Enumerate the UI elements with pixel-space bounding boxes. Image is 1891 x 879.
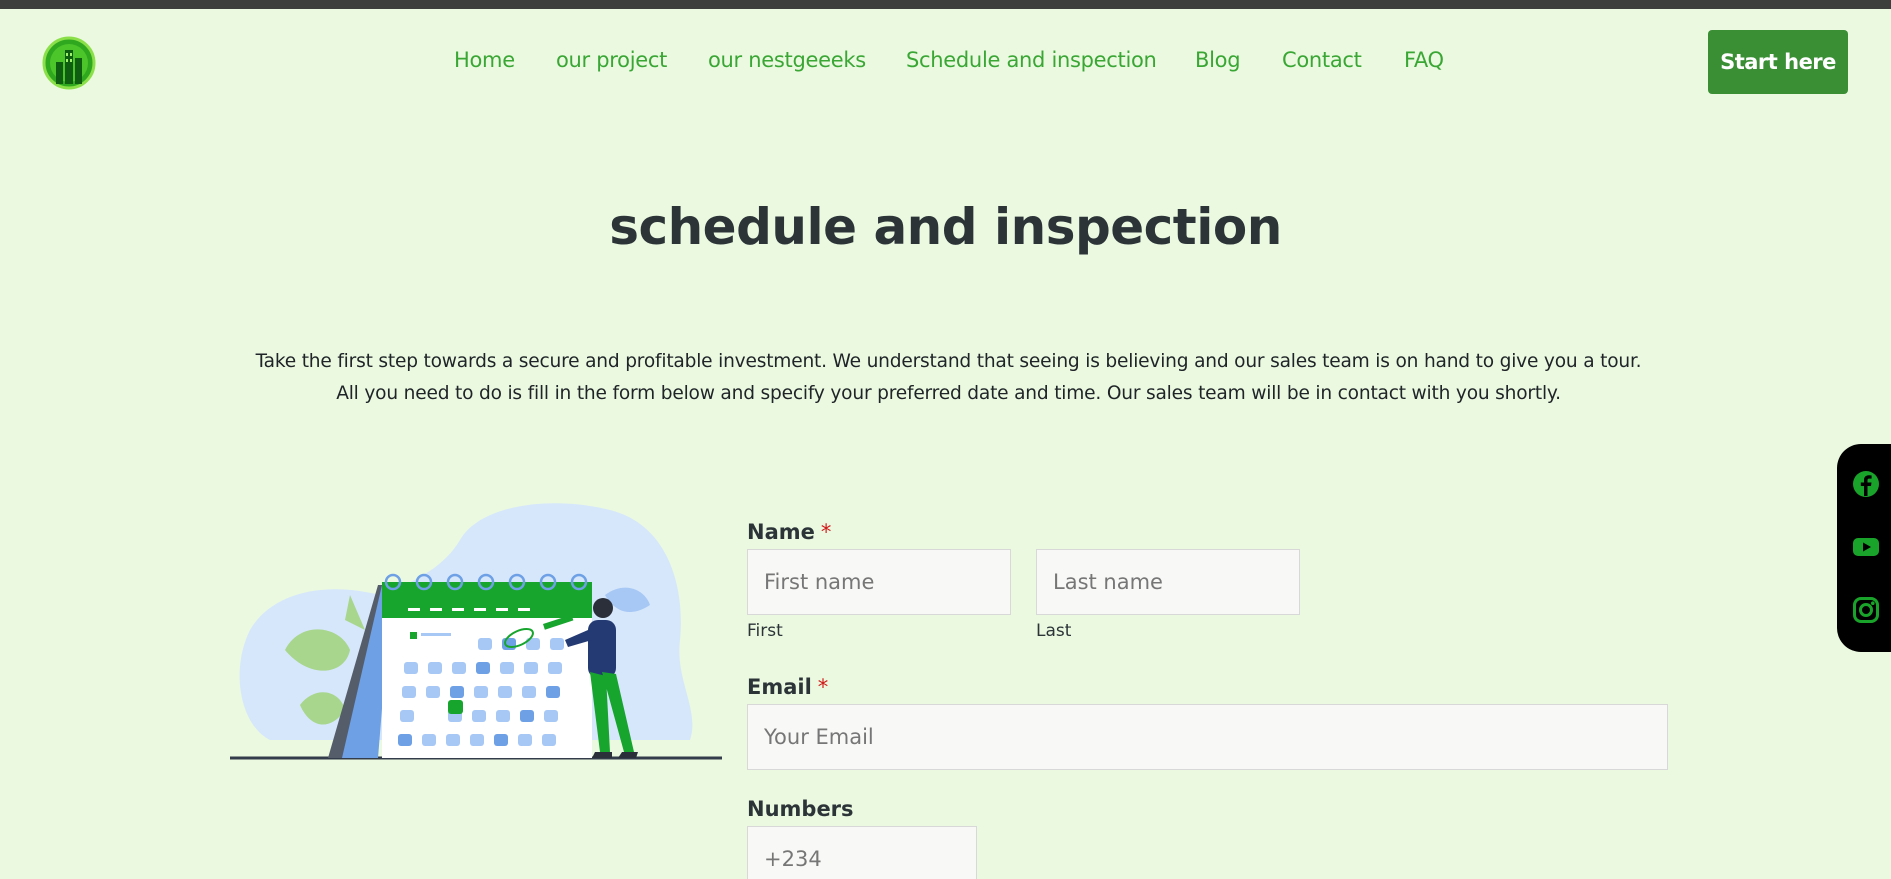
nav-faq[interactable]: FAQ [1404,48,1444,72]
email-label-text: Email [747,675,812,699]
required-mark: * [820,520,832,544]
first-sublabel: First [747,621,783,641]
last-name-input[interactable] [1036,549,1300,615]
social-sidebar [1837,444,1891,652]
email-input[interactable] [747,704,1668,770]
youtube-icon[interactable] [1852,533,1880,561]
nav-schedule-inspection[interactable]: Schedule and inspection [906,48,1157,72]
numbers-label: Numbers [747,797,854,821]
page-title: schedule and inspection [609,198,1282,256]
nav-home[interactable]: Home [454,48,515,72]
first-name-input[interactable] [747,549,1011,615]
start-here-button[interactable]: Start here [1708,30,1848,94]
instagram-icon[interactable] [1852,596,1880,624]
required-mark: * [817,675,829,699]
calendar-illustration [230,503,722,760]
nav-contact[interactable]: Contact [1282,48,1362,72]
facebook-icon[interactable] [1852,470,1880,498]
nav-blog[interactable]: Blog [1195,48,1241,72]
intro-line-1: Take the first step towards a secure and… [255,351,1642,372]
name-label-text: Name [747,520,815,544]
email-label: Email * [747,675,828,699]
intro-text: Take the first step towards a secure and… [200,346,1697,410]
name-label: Name * [747,520,831,544]
nav-our-project[interactable]: our project [556,48,667,72]
intro-line-2: All you need to do is fill in the form b… [336,383,1561,404]
nav-our-nestgeeeks[interactable]: our nestgeeeks [708,48,866,72]
phone-number-input[interactable] [747,826,977,879]
main-nav: Home our project our nestgeeeks Schedule… [0,48,1891,78]
browser-top-bar [0,0,1891,9]
last-sublabel: Last [1036,621,1072,641]
